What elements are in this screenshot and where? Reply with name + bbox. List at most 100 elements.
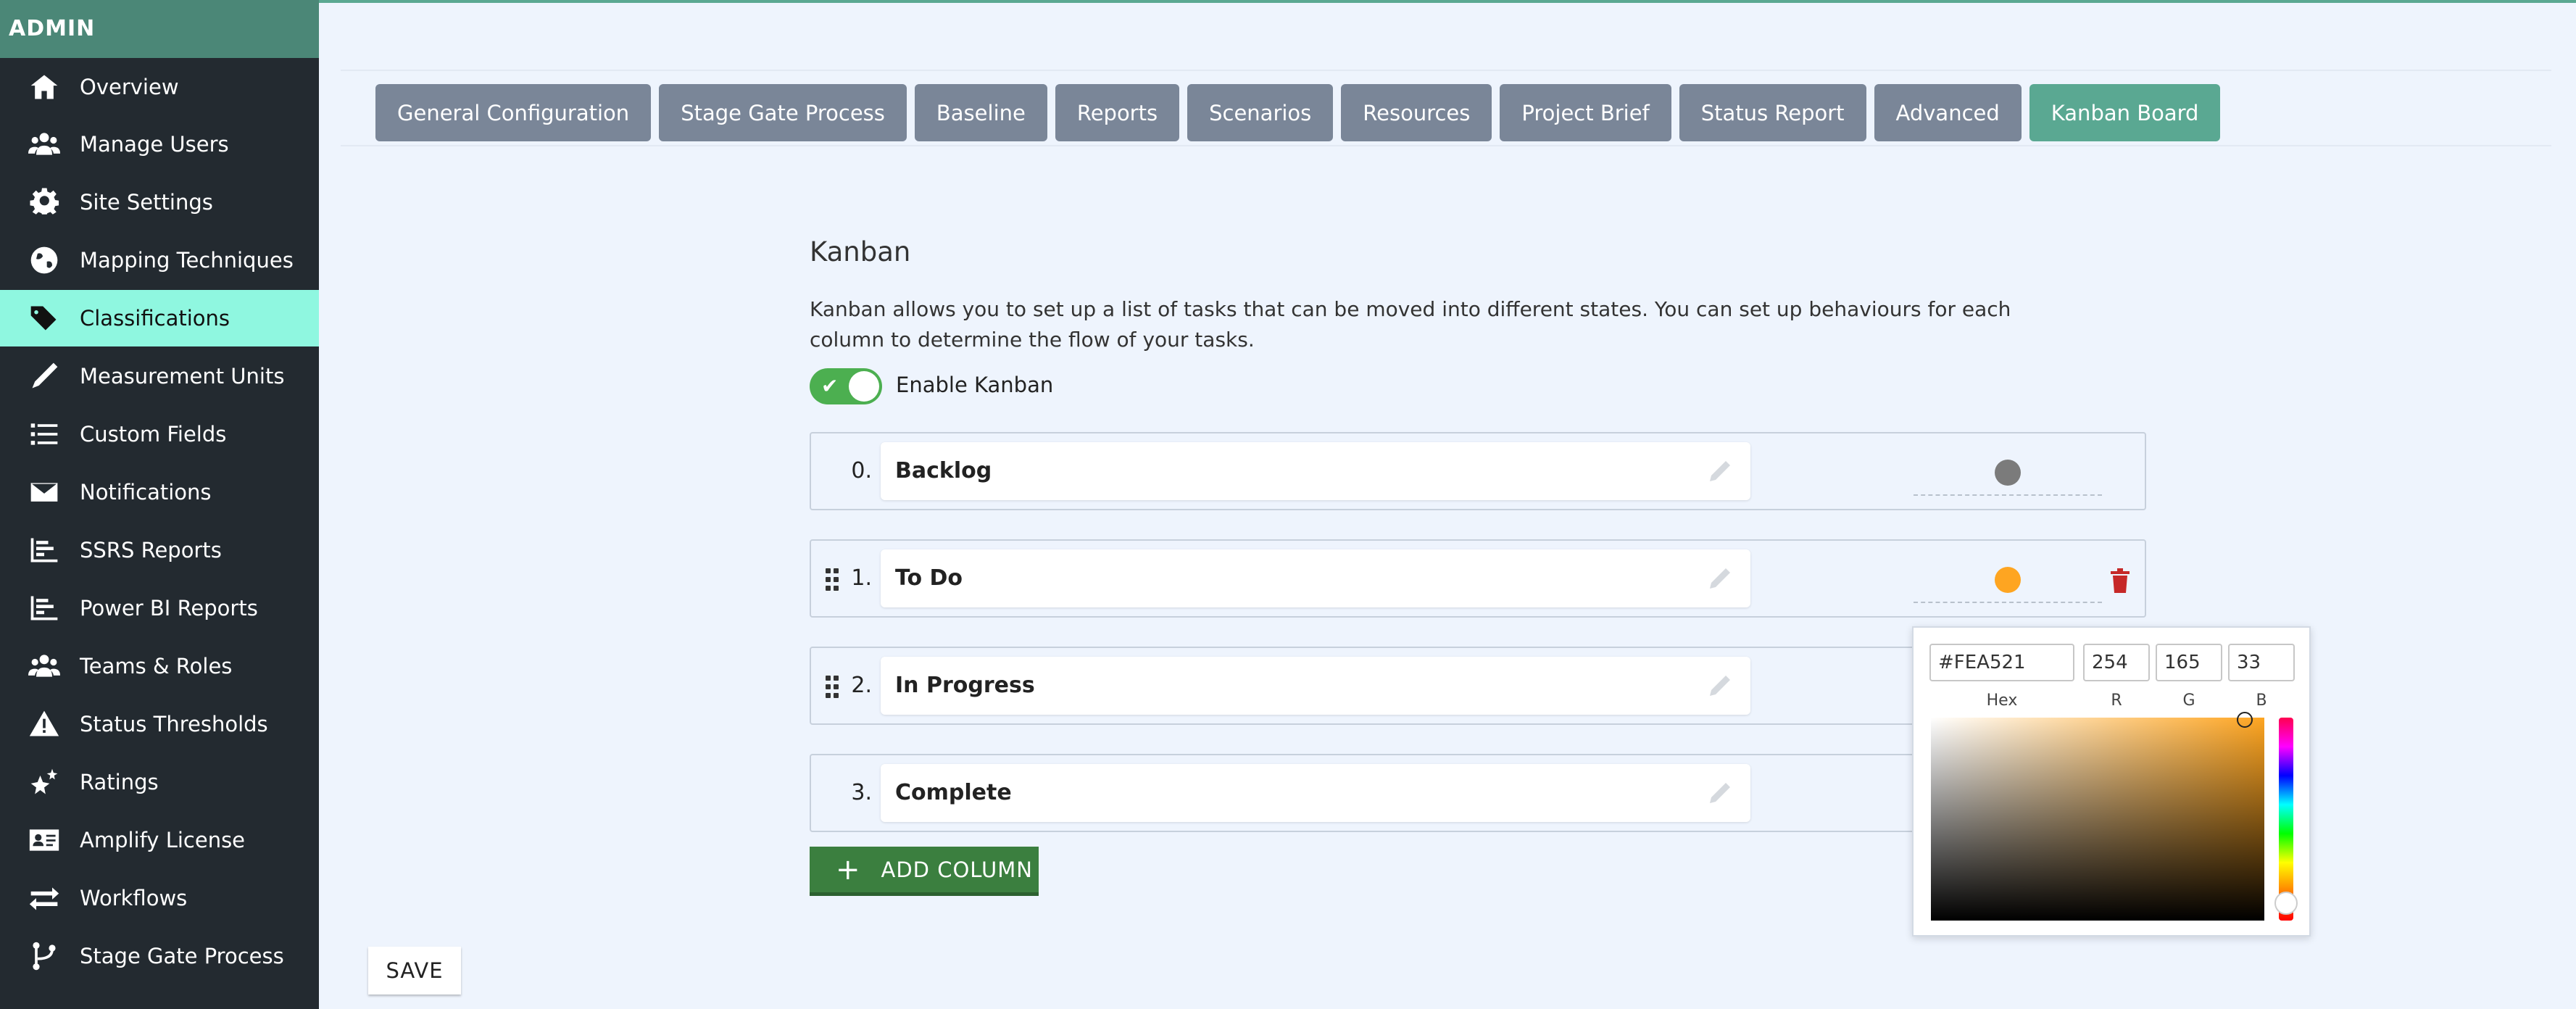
- sidebar-item-stage-gate-process[interactable]: Stage Gate Process: [0, 928, 319, 984]
- sidebar-item-ratings[interactable]: Ratings: [0, 754, 319, 810]
- column-index: 2.: [851, 673, 872, 698]
- column-color-selector[interactable]: [1914, 541, 2102, 603]
- home-icon: [26, 69, 62, 105]
- column-name: To Do: [895, 565, 963, 591]
- column-name-input[interactable]: Backlog: [881, 442, 1750, 500]
- branch-icon: [26, 938, 62, 974]
- green-label: G: [2182, 692, 2195, 710]
- kanban-column-row: 0. Backlog: [810, 432, 2146, 510]
- sidebar-item-status-thresholds[interactable]: Status Thresholds: [0, 696, 319, 752]
- drag-handle-icon[interactable]: [826, 676, 840, 699]
- red-label: R: [2111, 692, 2122, 710]
- hex-input[interactable]: #FEA521: [1929, 644, 2074, 681]
- sidebar-item-label: Measurement Units: [80, 364, 285, 389]
- tab-reports[interactable]: Reports: [1055, 84, 1180, 141]
- globe-icon: [26, 242, 62, 278]
- column-color-selector[interactable]: [1914, 433, 2102, 496]
- arrows-exchange-icon: [26, 880, 62, 916]
- pencil-icon[interactable]: [1707, 780, 1733, 806]
- sidebar-item-label: Stage Gate Process: [80, 944, 284, 968]
- toggle-knob: [849, 371, 879, 402]
- divider: [341, 145, 2551, 146]
- tab-scenarios[interactable]: Scenarios: [1187, 84, 1334, 141]
- sidebar-item-label: Status Thresholds: [80, 712, 268, 736]
- sidebar-item-label: Custom Fields: [80, 422, 227, 447]
- gear-icon: [26, 184, 62, 220]
- section-description: Kanban allows you to set up a list of ta…: [810, 297, 2011, 352]
- ruler-pen-icon: [26, 358, 62, 394]
- tags-icon: [26, 300, 62, 336]
- bar-chart-icon: [26, 590, 62, 626]
- sidebar-item-workflows[interactable]: Workflows: [0, 870, 319, 926]
- tab-stage-gate-process[interactable]: Stage Gate Process: [659, 84, 907, 141]
- sidebar-item-label: SSRS Reports: [80, 538, 222, 562]
- sidebar-item-notifications[interactable]: Notifications: [0, 464, 319, 520]
- saturation-area[interactable]: [1931, 712, 2264, 921]
- hue-handle[interactable]: [2274, 892, 2298, 915]
- column-name-input[interactable]: Complete: [881, 764, 1750, 822]
- sidebar-item-label: Power BI Reports: [80, 596, 258, 620]
- color-swatch[interactable]: [1995, 460, 2021, 486]
- trash-icon[interactable]: [2109, 568, 2131, 593]
- sidebar-item-teams-roles[interactable]: Teams & Roles: [0, 638, 319, 694]
- settings-tabs: General Configuration Stage Gate Process B…: [375, 84, 2221, 141]
- sidebar-item-classifications[interactable]: Classifications: [0, 290, 319, 346]
- sidebar-item-custom-fields[interactable]: Custom Fields: [0, 406, 319, 462]
- tab-baseline[interactable]: Baseline: [914, 84, 1047, 141]
- tab-kanban-board[interactable]: Kanban Board: [2029, 84, 2221, 141]
- bar-chart-icon: [26, 532, 62, 568]
- color-swatch[interactable]: [1995, 567, 2021, 593]
- tab-advanced[interactable]: Advanced: [1874, 84, 2022, 141]
- save-button[interactable]: SAVE: [368, 947, 461, 995]
- plus-icon: +: [836, 852, 861, 886]
- hue-slider[interactable]: [2274, 718, 2298, 921]
- enable-kanban-label: Enable Kanban: [896, 373, 1054, 397]
- blue-input[interactable]: 33: [2228, 644, 2295, 681]
- color-picker-popover: #FEA521 254 165 33 Hex R G B: [1912, 626, 2311, 937]
- sidebar-item-label: Amplify License: [80, 828, 246, 852]
- sidebar-item-amplify-license[interactable]: Amplify License: [0, 812, 319, 868]
- sidebar-item-mapping-techniques[interactable]: Mapping Techniques: [0, 232, 319, 288]
- users-icon: [26, 126, 62, 162]
- pencil-icon[interactable]: [1707, 565, 1733, 591]
- column-name: Backlog: [895, 458, 992, 483]
- sidebar-item-label: Classifications: [80, 306, 230, 331]
- tab-status-report[interactable]: Status Report: [1679, 84, 1866, 141]
- sidebar-item-overview[interactable]: Overview: [0, 59, 319, 115]
- tab-resources[interactable]: Resources: [1341, 84, 1492, 141]
- id-card-icon: [26, 822, 62, 858]
- column-index: 0.: [851, 458, 872, 483]
- warning-icon: [26, 706, 62, 742]
- green-input[interactable]: 165: [2156, 644, 2222, 681]
- blue-label: B: [2256, 692, 2267, 710]
- red-input[interactable]: 254: [2083, 644, 2150, 681]
- pencil-icon[interactable]: [1707, 458, 1733, 484]
- sidebar: ADMIN Overview Manage Users Site Settings M…: [0, 0, 319, 1009]
- check-icon: ✔: [821, 374, 839, 398]
- section-title: Kanban: [810, 236, 911, 267]
- sidebar-item-label: Overview: [80, 75, 179, 99]
- column-index: 3.: [851, 780, 872, 805]
- enable-kanban-toggle[interactable]: ✔: [810, 368, 882, 404]
- drag-handle-icon[interactable]: [826, 568, 840, 591]
- tab-general-configuration[interactable]: General Configuration: [375, 84, 652, 141]
- sidebar-item-label: Workflows: [80, 886, 188, 910]
- sidebar-item-label: Site Settings: [80, 190, 213, 215]
- column-name-input[interactable]: To Do: [881, 549, 1750, 607]
- divider: [341, 70, 2551, 71]
- sidebar-item-ssrs-reports[interactable]: SSRS Reports: [0, 522, 319, 578]
- column-name-input[interactable]: In Progress: [881, 657, 1750, 715]
- sidebar-item-power-bi-reports[interactable]: Power BI Reports: [0, 580, 319, 636]
- add-column-button[interactable]: + ADD COLUMN: [810, 847, 1039, 896]
- sidebar-item-measurement-units[interactable]: Measurement Units: [0, 348, 319, 404]
- sidebar-item-label: Notifications: [80, 480, 212, 504]
- sidebar-item-label: Manage Users: [80, 132, 229, 157]
- sidebar-item-manage-users[interactable]: Manage Users: [0, 116, 319, 173]
- saturation-handle[interactable]: [2237, 712, 2253, 728]
- column-index: 1.: [851, 565, 872, 591]
- pencil-icon[interactable]: [1707, 673, 1733, 699]
- envelope-icon: [26, 474, 62, 510]
- stars-icon: [26, 764, 62, 800]
- tab-project-brief[interactable]: Project Brief: [1500, 84, 1671, 141]
- sidebar-item-site-settings[interactable]: Site Settings: [0, 174, 319, 231]
